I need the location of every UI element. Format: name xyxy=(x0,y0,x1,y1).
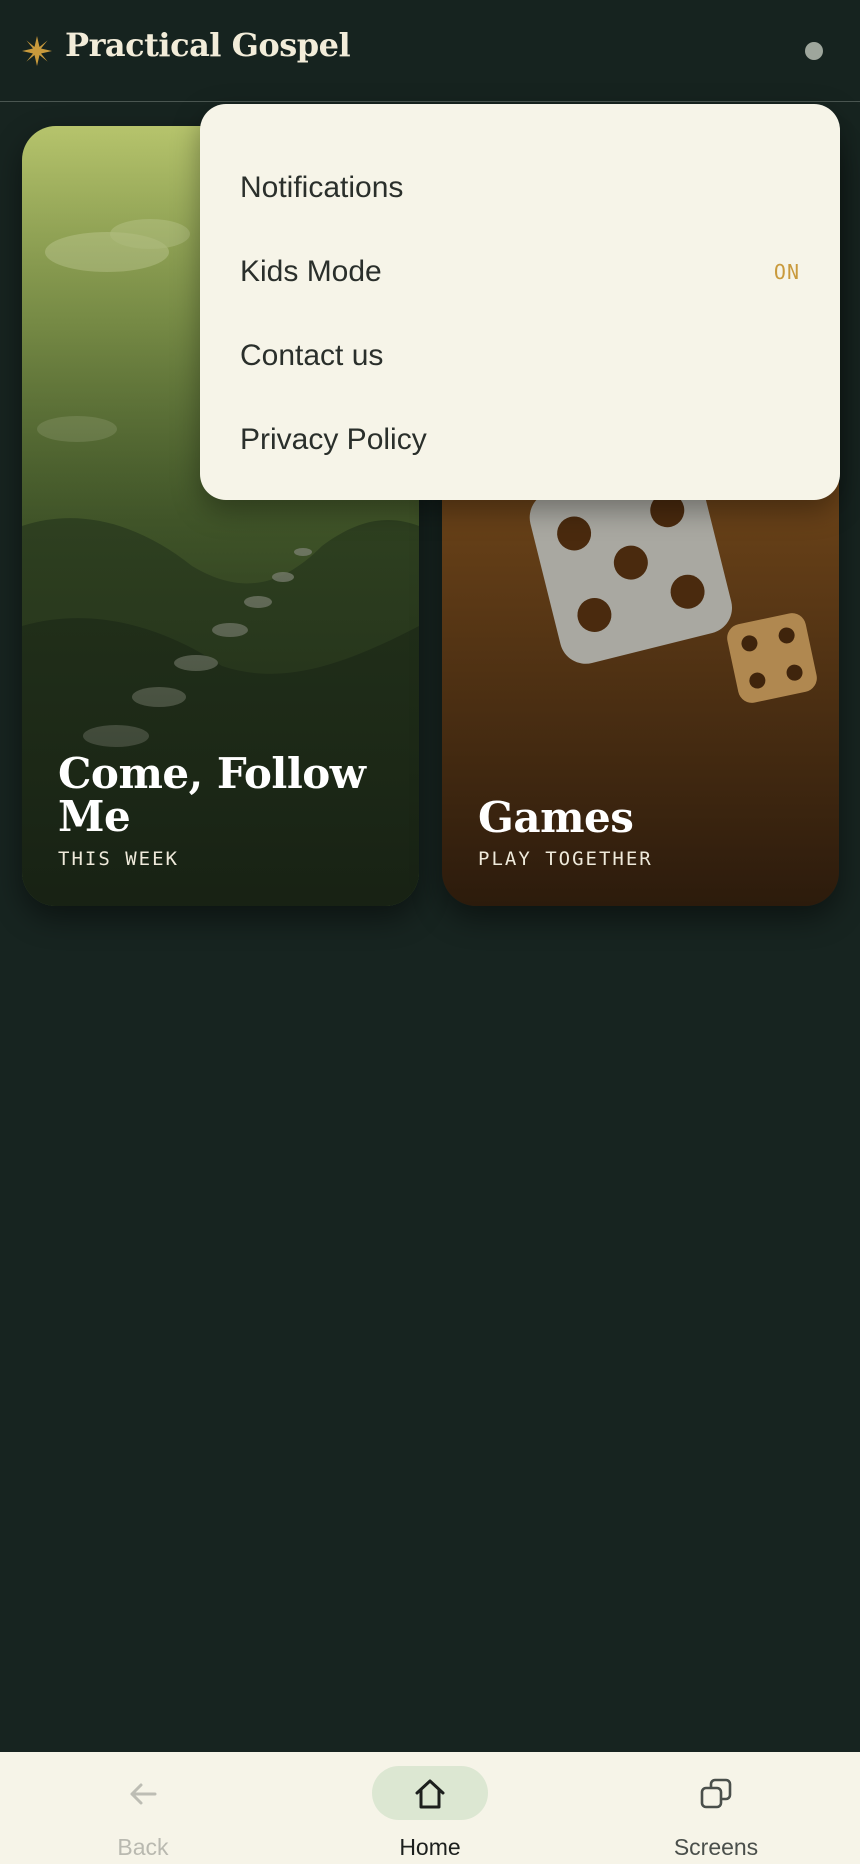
menu-item-label: Privacy Policy xyxy=(240,423,427,456)
bottom-navigation: Back Home Screens xyxy=(0,1752,860,1864)
sunburst-icon xyxy=(22,36,52,66)
menu-item-privacy-policy[interactable]: Privacy Policy xyxy=(240,410,800,470)
menu-item-label: Notifications xyxy=(240,171,404,204)
menu-item-notifications[interactable]: Notifications xyxy=(240,158,800,218)
menu-item-label: Contact us xyxy=(240,339,384,372)
profile-avatar-button[interactable] xyxy=(805,42,823,60)
app-header: Practical Gospel xyxy=(0,0,860,102)
nav-home-button[interactable]: Home xyxy=(330,1752,530,1864)
overflow-menu: Notifications Kids Mode ON Contact us Pr… xyxy=(200,104,840,500)
app-title: Practical Gospel xyxy=(65,26,351,64)
nav-label: Screens xyxy=(673,1834,759,1860)
card-title: Come, Follow Me xyxy=(58,749,366,841)
screens-icon xyxy=(700,1778,732,1809)
nav-screens-button[interactable]: Screens xyxy=(616,1752,816,1864)
nav-label: Back xyxy=(117,1834,169,1860)
nav-label: Home xyxy=(399,1834,461,1860)
menu-item-contact-us[interactable]: Contact us xyxy=(240,326,800,386)
home-icon xyxy=(415,1779,445,1809)
kids-mode-status: ON xyxy=(773,260,800,284)
card-title: Games xyxy=(478,793,634,842)
nav-back-button[interactable]: Back xyxy=(43,1752,243,1864)
menu-item-kids-mode[interactable]: Kids Mode ON xyxy=(240,242,800,302)
menu-item-label: Kids Mode xyxy=(240,255,382,288)
arrow-left-icon xyxy=(130,1783,157,1805)
card-subtitle: PLAY TOGETHER xyxy=(478,848,653,870)
card-subtitle: THIS WEEK xyxy=(58,848,179,870)
